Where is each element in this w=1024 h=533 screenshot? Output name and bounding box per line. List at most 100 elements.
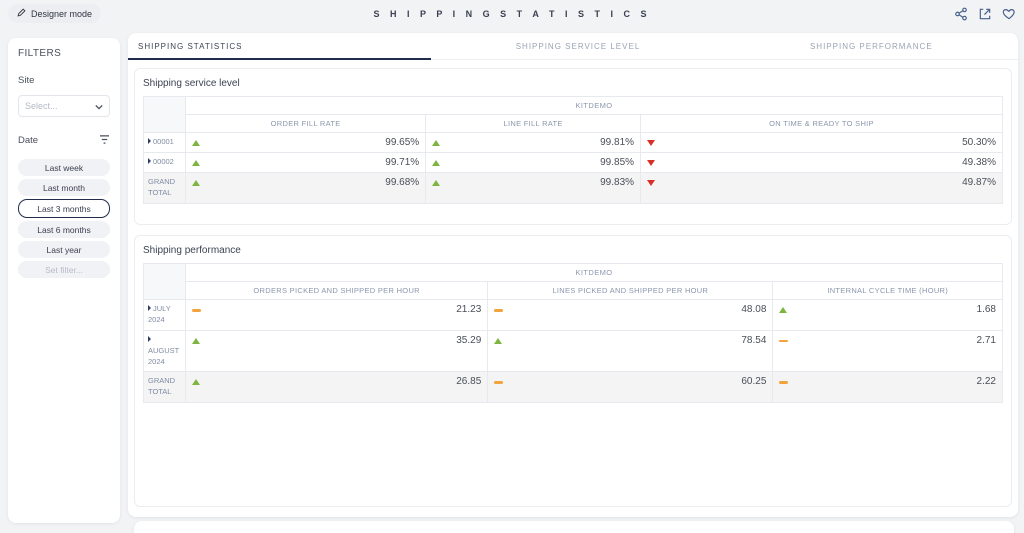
metric-cell: 26.85 [186, 372, 488, 403]
topbar: Designer mode S H I P P I N G S T A T I … [0, 0, 1024, 30]
column-header-on-time-ready-to-ship: ON TIME & READY TO SHIP [641, 115, 1003, 133]
trend-up-icon [432, 160, 440, 166]
expand-arrow-icon[interactable] [148, 158, 151, 164]
metric-cell: 2.22 [773, 372, 1003, 403]
metric-value: 2.22 [977, 376, 996, 387]
metric-cell: 99.65% [186, 133, 426, 153]
trend-flat-icon [494, 309, 503, 312]
metric-value: 2.71 [977, 335, 996, 346]
metric-value: 99.71% [385, 157, 419, 168]
metric-cell: 49.87% [641, 173, 1003, 204]
row-label[interactable]: 00002 [144, 153, 186, 173]
trend-down-icon [647, 180, 655, 186]
row-label[interactable]: JULY 2024 [144, 300, 186, 331]
metric-cell: 1.68 [773, 300, 1003, 331]
tab-shipping-service-level[interactable]: SHIPPING SERVICE LEVEL [431, 33, 724, 59]
trend-up-icon [494, 338, 502, 344]
trend-up-icon [192, 160, 200, 166]
table-corner-cell [144, 97, 186, 133]
table-shipping-service-level: KITDEMOORDER FILL RATELINE FILL RATEON T… [143, 96, 1003, 204]
trend-up-icon [432, 180, 440, 186]
page-title: S H I P P I N G S T A T I S T I C S [0, 9, 1024, 19]
table-row-00002: 0000299.71%99.85%49.38% [144, 153, 1003, 173]
metric-cell: 99.71% [186, 153, 426, 173]
expand-arrow-icon[interactable] [148, 138, 151, 144]
metric-cell: 21.23 [186, 300, 488, 331]
metric-value: 49.87% [962, 177, 996, 188]
date-option-last-6-months[interactable]: Last 6 months [18, 221, 110, 238]
tab-shipping-performance[interactable]: SHIPPING PERFORMANCE [725, 33, 1018, 59]
metric-cell: 99.83% [426, 173, 641, 204]
date-option-last-year[interactable]: Last year [18, 241, 110, 258]
row-label[interactable]: AUGUST 2024 [144, 330, 186, 372]
metric-value: 49.38% [962, 157, 996, 168]
table-shipping-performance: KITDEMOORDERS PICKED AND SHIPPED PER HOU… [143, 263, 1003, 403]
group-header: KITDEMO [186, 264, 1003, 282]
expand-arrow-icon[interactable] [148, 305, 151, 311]
metric-value: 50.30% [962, 137, 996, 148]
favorite-icon[interactable] [1002, 7, 1016, 21]
tab-shipping-statistics[interactable]: SHIPPING STATISTICS [128, 33, 431, 59]
metric-cell: 99.81% [426, 133, 641, 153]
date-option-set-filter[interactable]: Set filter... [18, 261, 110, 278]
row-label[interactable]: 00001 [144, 133, 186, 153]
date-filter-label: Date [18, 135, 38, 146]
table-row-grand-total: GRAND TOTAL99.68%99.83%49.87% [144, 173, 1003, 204]
table-row-july-2024: JULY 202421.2348.081.68 [144, 300, 1003, 331]
filter-icon[interactable] [99, 131, 110, 149]
trend-up-icon [192, 180, 200, 186]
tab-bar: SHIPPING STATISTICSSHIPPING SERVICE LEVE… [128, 33, 1018, 60]
metric-cell: 60.25 [488, 372, 773, 403]
column-header-lines-picked-and-shipped-per-hour: LINES PICKED AND SHIPPED PER HOUR [488, 282, 773, 300]
metric-cell: 99.68% [186, 173, 426, 204]
filters-title: FILTERS [18, 48, 110, 59]
trend-up-icon [432, 140, 440, 146]
open-in-new-icon[interactable] [978, 7, 992, 21]
metric-cell: 78.54 [488, 330, 773, 372]
trend-down-icon [647, 160, 655, 166]
topbar-actions [954, 7, 1016, 21]
metric-value: 35.29 [456, 335, 481, 346]
date-option-last-month[interactable]: Last month [18, 179, 110, 196]
trend-down-icon [647, 140, 655, 146]
column-header-orders-picked-and-shipped-per-hour: ORDERS PICKED AND SHIPPED PER HOUR [186, 282, 488, 300]
trend-up-icon [192, 140, 200, 146]
metric-value: 99.65% [385, 137, 419, 148]
metric-cell: 2.71 [773, 330, 1003, 372]
metric-cell: 49.38% [641, 153, 1003, 173]
trend-flat-icon [192, 309, 201, 312]
site-select[interactable]: Select... [18, 95, 110, 117]
card-shipping-service-level: Shipping service levelKITDEMOORDER FILL … [134, 68, 1012, 225]
table-row-00001: 00001 99.65% 99.81% 50.30% [144, 133, 1003, 153]
metric-value: 99.83% [600, 177, 634, 188]
card-title: Shipping service level [135, 69, 1011, 96]
table-corner-cell [144, 264, 186, 300]
main-panel: SHIPPING STATISTICSSHIPPING SERVICE LEVE… [128, 33, 1018, 517]
trend-up-icon [779, 307, 787, 313]
metric-value: 26.85 [456, 376, 481, 387]
trend-flat-icon [494, 381, 503, 384]
metric-cell: 35.29 [186, 330, 488, 372]
metric-value: 21.23 [456, 304, 481, 315]
metric-value: 99.68% [385, 177, 419, 188]
date-option-last-3-months[interactable]: Last 3 months [18, 199, 110, 218]
column-header-internal-cycle-time-hour: INTERNAL CYCLE TIME (HOUR) [773, 282, 1003, 300]
filters-panel: FILTERS Site Select... Date Last weekLas… [8, 38, 120, 523]
metric-cell: 50.30% [641, 133, 1003, 153]
trend-up-icon [192, 338, 200, 344]
column-header-line-fill-rate: LINE FILL RATE [426, 115, 641, 133]
trend-flat-icon [779, 340, 788, 343]
column-header-order-fill-rate: ORDER FILL RATE [186, 115, 426, 133]
trend-flat-icon [779, 381, 788, 384]
date-option-last-week[interactable]: Last week [18, 159, 110, 176]
expand-arrow-icon[interactable] [148, 336, 151, 342]
date-filter-options: Last week Last month Last 3 months Last 6 m… [18, 159, 110, 278]
chevron-down-icon [95, 97, 103, 115]
share-icon[interactable] [954, 7, 968, 21]
trend-up-icon [192, 379, 200, 385]
card-title: Shipping performance [135, 236, 1011, 263]
site-select-placeholder: Select... [25, 101, 58, 111]
group-header: KITDEMO [186, 97, 1003, 115]
card-shipping-performance: Shipping performanceKITDEMOORDERS PICKED… [134, 235, 1012, 507]
metric-value: 99.81% [600, 137, 634, 148]
